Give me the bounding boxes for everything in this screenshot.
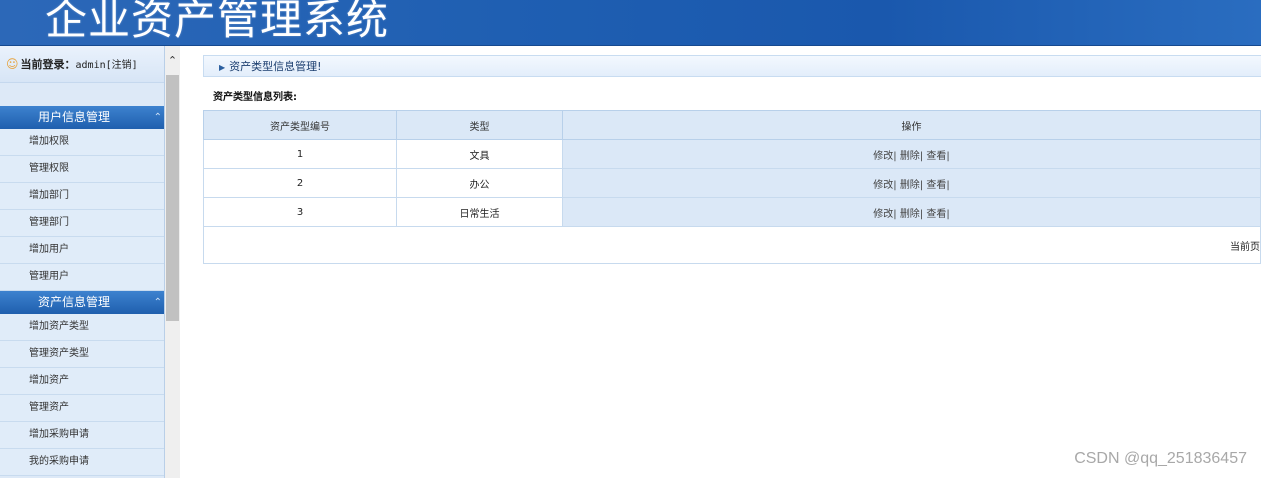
cell-id: 1 xyxy=(203,139,397,169)
group-title: 用户信息管理 xyxy=(38,110,111,124)
cell-actions: 修改| 删除| 查看| xyxy=(562,197,1261,227)
view-link[interactable]: 查看| xyxy=(926,209,949,220)
table-row: 3 日常生活 修改| 删除| 查看| xyxy=(203,197,1261,227)
cell-id: 3 xyxy=(203,197,397,227)
column-header-type: 类型 xyxy=(396,110,563,140)
sidebar-item-manage-department[interactable]: 管理部门 xyxy=(0,210,164,237)
table-row: 1 文具 修改| 删除| 查看| xyxy=(203,139,1261,169)
sidebar-scrollbar[interactable]: ⌃ xyxy=(165,46,180,478)
collapse-icon[interactable]: ⌃ xyxy=(154,291,162,314)
triangle-right-icon: ▶ xyxy=(219,63,226,72)
cell-type: 日常生活 xyxy=(396,197,563,227)
edit-link[interactable]: 修改| xyxy=(873,180,896,191)
sidebar-item-manage-permission[interactable]: 管理权限 xyxy=(0,156,164,183)
asset-type-table: 资产类型编号 类型 操作 1 文具 修改| 删除| 查看| 2 办公 修改| 删… xyxy=(203,110,1261,264)
pager-row: 当前页 xyxy=(203,226,1261,264)
edit-link[interactable]: 修改| xyxy=(873,209,896,220)
edit-link[interactable]: 修改| xyxy=(873,151,896,162)
cell-actions: 修改| 删除| 查看| xyxy=(562,139,1261,169)
app-header: 企业资产管理系统 xyxy=(0,0,1261,46)
sidebar-item-manage-user[interactable]: 管理用户 xyxy=(0,264,164,291)
column-header-actions: 操作 xyxy=(562,110,1261,140)
sidebar: ☺ 当前登录：admin[注销] 用户信息管理 ⌃ 增加权限 管理权限 增加部门 … xyxy=(0,46,165,478)
table-header-row: 资产类型编号 类型 操作 xyxy=(203,110,1261,140)
login-label: 当前登录： xyxy=(20,58,76,71)
view-link[interactable]: 查看| xyxy=(926,151,949,162)
group-header-user-management[interactable]: 用户信息管理 ⌃ xyxy=(0,106,164,129)
cell-type: 办公 xyxy=(396,168,563,198)
collapse-icon[interactable]: ⌃ xyxy=(154,106,162,129)
view-link[interactable]: 查看| xyxy=(926,180,949,191)
sidebar-item-add-asset-type[interactable]: 增加资产类型 xyxy=(0,314,164,341)
sidebar-item-my-purchase-requests[interactable]: 我的采购申请 xyxy=(0,449,164,476)
watermark: CSDN @qq_251836457 xyxy=(1074,450,1247,467)
group-title: 资产信息管理 xyxy=(38,295,111,309)
sidebar-item-add-user[interactable]: 增加用户 xyxy=(0,237,164,264)
sidebar-item-add-purchase-request[interactable]: 增加采购申请 xyxy=(0,422,164,449)
cell-id: 2 xyxy=(203,168,397,198)
group-header-asset-management[interactable]: 资产信息管理 ⌃ xyxy=(0,291,164,314)
logout-link[interactable]: [注销] xyxy=(106,60,138,71)
delete-link[interactable]: 删除| xyxy=(900,151,923,162)
delete-link[interactable]: 删除| xyxy=(900,180,923,191)
page-title: 资产类型信息管理! xyxy=(229,60,322,73)
pager-text: 当前页 xyxy=(203,226,1261,264)
login-username: admin xyxy=(75,60,106,71)
scrollbar-thumb[interactable] xyxy=(166,75,179,321)
scroll-up-icon[interactable]: ⌃ xyxy=(165,54,180,68)
sidebar-item-add-department[interactable]: 增加部门 xyxy=(0,183,164,210)
sidebar-item-manage-asset-type[interactable]: 管理资产类型 xyxy=(0,341,164,368)
cell-type: 文具 xyxy=(396,139,563,169)
delete-link[interactable]: 删除| xyxy=(900,209,923,220)
cell-actions: 修改| 删除| 查看| xyxy=(562,168,1261,198)
sidebar-item-add-asset[interactable]: 增加资产 xyxy=(0,368,164,395)
sidebar-item-manage-asset[interactable]: 管理资产 xyxy=(0,395,164,422)
page-heading: ▶ 资产类型信息管理! xyxy=(203,55,1261,77)
sidebar-item-add-permission[interactable]: 增加权限 xyxy=(0,129,164,156)
column-header-id: 资产类型编号 xyxy=(203,110,397,140)
login-status: ☺ 当前登录：admin[注销] xyxy=(0,46,164,83)
table-row: 2 办公 修改| 删除| 查看| xyxy=(203,168,1261,198)
system-title: 企业资产管理系统 xyxy=(45,0,390,44)
list-title: 资产类型信息列表: xyxy=(213,92,297,103)
user-icon: ☺ xyxy=(6,57,19,71)
